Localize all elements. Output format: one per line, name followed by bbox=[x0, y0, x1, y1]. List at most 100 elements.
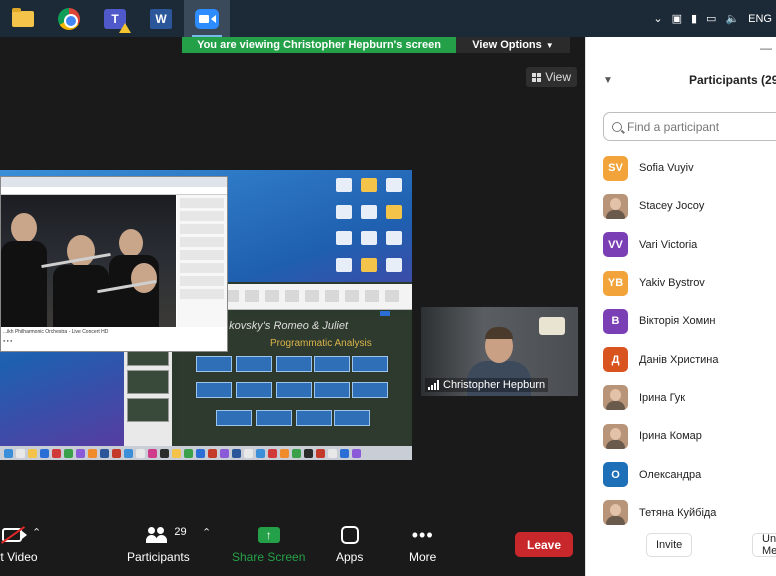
participants-icon: 29 bbox=[128, 526, 188, 544]
view-button[interactable]: View bbox=[526, 67, 577, 87]
taskbar-chrome[interactable] bbox=[46, 0, 92, 37]
word-glyph: W bbox=[155, 11, 167, 26]
avatar bbox=[603, 423, 628, 449]
meeting-area: You are viewing Christopher Hepburn's sc… bbox=[0, 37, 585, 576]
browser-titlebar bbox=[1, 177, 227, 187]
close-icon[interactable]: — bbox=[760, 41, 772, 55]
participant-name: Stacey Jocoy bbox=[639, 200, 705, 213]
browser-toolbar bbox=[1, 187, 227, 195]
slide-box bbox=[352, 356, 388, 372]
apps-icon bbox=[340, 526, 359, 544]
apps-button[interactable]: Apps bbox=[336, 526, 363, 564]
participants-button[interactable]: 29 Participants bbox=[127, 526, 190, 564]
participant-row[interactable]: О Олександра bbox=[603, 455, 776, 493]
participant-row[interactable]: SV Sofia Vuyiv bbox=[603, 149, 776, 187]
orchestra-video bbox=[1, 195, 176, 327]
participant-row[interactable]: Ірина Гук bbox=[603, 379, 776, 417]
slide-title: ...kovsky's Romeo & Juliet bbox=[220, 320, 349, 332]
chevron-up-icon[interactable]: ⌃ bbox=[32, 526, 41, 539]
participant-name: Vari Victoria bbox=[639, 238, 698, 251]
slide-box bbox=[256, 410, 292, 426]
avatar: О bbox=[603, 462, 628, 488]
language-indicator[interactable]: ENG bbox=[748, 13, 772, 25]
battery-icon[interactable]: ▮ bbox=[691, 12, 697, 25]
participant-row[interactable]: YB Yakiv Bystrov bbox=[603, 264, 776, 302]
video-caption: ...ikh Philharmonic Orchestra - Live Con… bbox=[3, 329, 109, 335]
participant-name: Вікторія Хомин bbox=[639, 315, 716, 328]
participant-video-tile[interactable]: Christopher Hepburn bbox=[421, 307, 578, 396]
participant-row[interactable]: В Вікторія Хомин bbox=[603, 302, 776, 340]
participants-panel: — ▼ Participants (29) Find a participant… bbox=[585, 37, 776, 576]
participant-name: Данів Христина bbox=[639, 353, 719, 366]
mac-dock bbox=[0, 446, 412, 460]
start-video-button[interactable]: ⌃ Start Video bbox=[0, 526, 41, 564]
slide-box bbox=[334, 410, 370, 426]
slide-box bbox=[236, 382, 272, 398]
meet-now-icon[interactable]: ▣ bbox=[672, 12, 682, 25]
unmute-me-button[interactable]: Unmute Me bbox=[752, 533, 776, 557]
view-options-label: View Options bbox=[472, 39, 542, 51]
participant-name: Sofia Vuyiv bbox=[639, 162, 694, 175]
slide-box bbox=[296, 410, 332, 426]
youtube-window: ...ikh Philharmonic Orchestra - Live Con… bbox=[0, 176, 228, 352]
participant-row[interactable]: Ірина Комар bbox=[603, 417, 776, 455]
chevron-down-icon[interactable]: ▼ bbox=[603, 75, 613, 86]
share-screen-label: Share Screen bbox=[232, 550, 306, 564]
share-screen-icon: ↑ bbox=[257, 526, 280, 544]
video-stats: ● ● ● bbox=[3, 338, 13, 343]
chevron-down-icon: ▼ bbox=[545, 40, 554, 50]
meeting-toolbar: ⌃ Start Video 29 Participants ⌃ ↑ Share … bbox=[0, 512, 585, 576]
panel-header: ▼ Participants (29) bbox=[586, 73, 776, 93]
participant-row[interactable]: Stacey Jocoy bbox=[603, 187, 776, 225]
slide-box bbox=[196, 382, 232, 398]
network-icon[interactable]: ▭ bbox=[706, 12, 716, 25]
taskbar-zoom[interactable] bbox=[184, 0, 230, 37]
chrome-icon bbox=[58, 7, 80, 30]
slide-box bbox=[314, 356, 350, 372]
grid-icon bbox=[532, 72, 542, 82]
view-label: View bbox=[545, 70, 571, 84]
more-label: More bbox=[409, 550, 437, 564]
taskbar-file-explorer[interactable] bbox=[0, 0, 46, 37]
chevron-up-icon[interactable]: ⌄ bbox=[653, 12, 662, 25]
folder-icon bbox=[12, 7, 34, 27]
participants-label: Participants bbox=[127, 550, 190, 564]
video-sidebar bbox=[177, 195, 227, 327]
participants-count: 29 bbox=[174, 526, 187, 538]
invite-button[interactable]: Invite bbox=[646, 533, 693, 557]
participants-chevron-up-icon[interactable]: ⌃ bbox=[202, 526, 211, 539]
participant-search-input[interactable]: Find a participant bbox=[603, 112, 776, 141]
zoom-icon bbox=[195, 8, 219, 29]
avatar bbox=[603, 500, 628, 526]
volume-icon[interactable]: 🔈 bbox=[725, 12, 739, 25]
leave-button[interactable]: Leave bbox=[515, 532, 573, 557]
viewing-banner: You are viewing Christopher Hepburn's sc… bbox=[182, 37, 570, 53]
participant-name: Ірина Гук bbox=[639, 391, 686, 404]
system-tray: ⌄ ▣ ▮ ▭ 🔈 ENG bbox=[653, 0, 776, 37]
avatar bbox=[603, 193, 628, 219]
view-options-button[interactable]: View Options ▼ bbox=[456, 37, 570, 53]
share-screen-button[interactable]: ↑ Share Screen bbox=[232, 526, 305, 564]
taskbar-word[interactable]: W bbox=[138, 0, 184, 37]
tile-name-tag: Christopher Hepburn bbox=[425, 378, 549, 392]
participant-row[interactable]: Тетяна Куйбіда bbox=[603, 494, 776, 532]
more-icon: ••• bbox=[411, 525, 434, 545]
participant-row[interactable]: Д Данів Христина bbox=[603, 340, 776, 378]
screen: T W ⌄ ▣ ▮ ▭ 🔈 ENG You are viewing Christ… bbox=[0, 0, 776, 576]
tile-lamp bbox=[539, 317, 565, 335]
viewing-text: You are viewing Christopher Hepburn's sc… bbox=[182, 37, 456, 53]
start-video-label: Start Video bbox=[0, 550, 38, 564]
word-icon: W bbox=[150, 8, 172, 29]
more-button[interactable]: ••• More bbox=[409, 526, 436, 564]
participant-row[interactable]: VV Vari Victoria bbox=[603, 226, 776, 264]
participant-name: Yakiv Bystrov bbox=[639, 277, 705, 290]
avatar: Д bbox=[603, 347, 628, 373]
search-placeholder: Find a participant bbox=[627, 119, 720, 134]
tile-name: Christopher Hepburn bbox=[443, 379, 546, 391]
participant-name: Ірина Комар bbox=[639, 430, 702, 443]
avatar: YB bbox=[603, 270, 628, 296]
avatar: VV bbox=[603, 232, 628, 258]
video-off-icon: ⌃ bbox=[0, 526, 41, 544]
shared-screen[interactable]: ...kovsky's Romeo & Juliet Programmatic … bbox=[0, 170, 412, 460]
taskbar-teams[interactable]: T bbox=[92, 0, 138, 37]
